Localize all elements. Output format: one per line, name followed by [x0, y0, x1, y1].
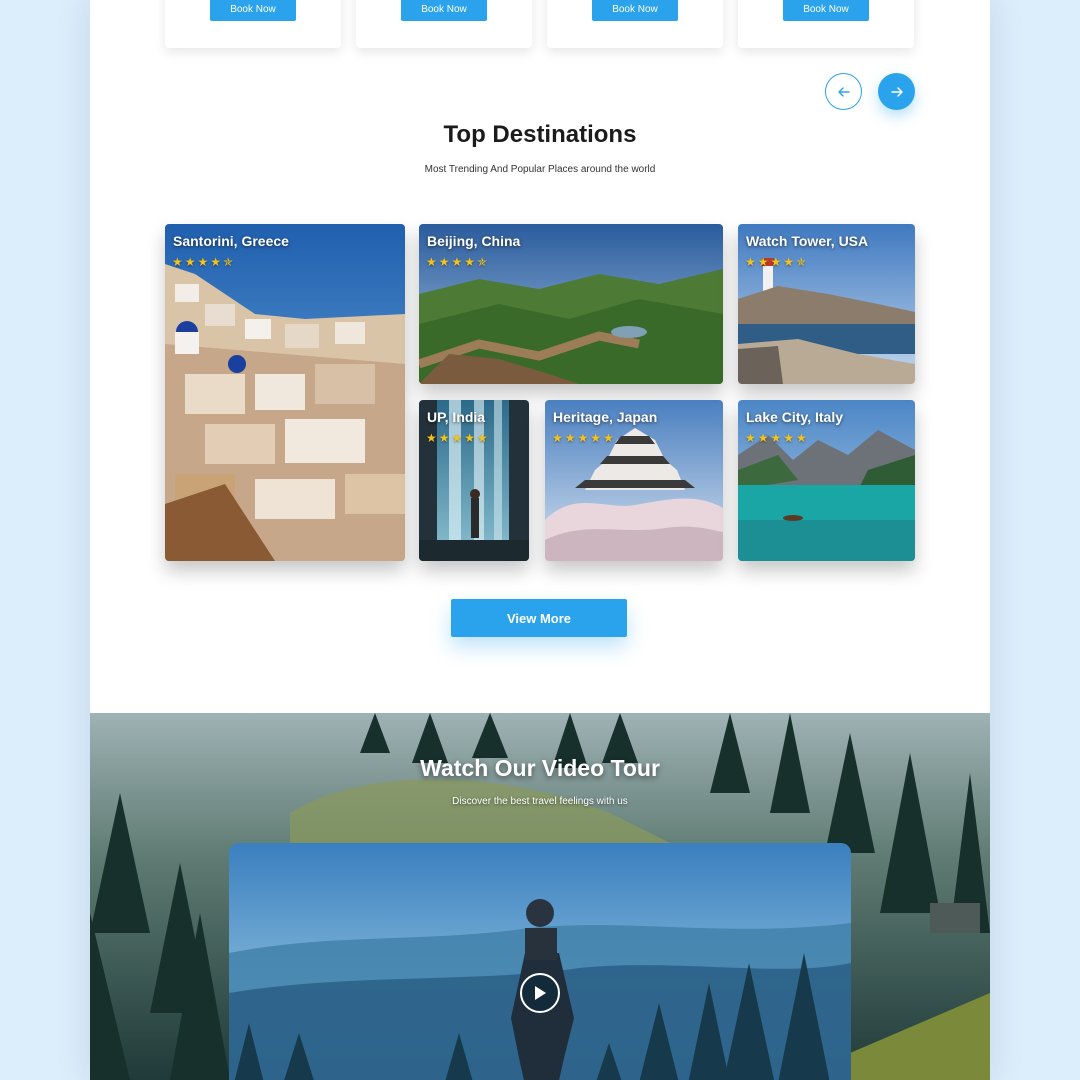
video-title: Watch Our Video Tour — [420, 755, 660, 781]
destination-name: Santorini, Greece — [173, 233, 289, 249]
destination-card-up-india[interactable]: UP, India ★★★★★ — [419, 400, 529, 561]
book-now-button[interactable]: Book Now — [592, 0, 678, 21]
destination-name: Watch Tower, USA — [746, 233, 869, 249]
page: Book Now Book Now Book Now Book Now Top … — [90, 0, 990, 1080]
destination-name: Heritage, Japan — [553, 409, 658, 425]
destination-name: UP, India — [427, 409, 486, 425]
section-title: Top Destinations — [443, 121, 637, 148]
play-button[interactable] — [520, 973, 560, 1013]
section-subtitle: Most Trending And Popular Places around … — [424, 164, 656, 175]
package-card: Book Now — [165, 0, 341, 48]
rating-stars: ★★★★★ — [552, 431, 616, 445]
video-subtitle: Discover the best travel feelings with u… — [452, 796, 628, 807]
carousel-next-button[interactable] — [878, 73, 915, 110]
play-icon — [535, 986, 546, 1000]
rating-stars: ★★★★★ — [426, 431, 490, 445]
view-more-button[interactable]: View More — [451, 599, 627, 637]
santorini-photo — [165, 224, 405, 561]
book-now-button[interactable]: Book Now — [210, 0, 296, 21]
video-tour-section: Watch Our Video Tour Discover the best t… — [90, 713, 990, 1080]
rating-stars: ★★★★✯ — [426, 255, 490, 269]
destination-card-beijing[interactable]: Beijing, China ★★★★✯ — [419, 224, 723, 384]
destination-name: Lake City, Italy — [746, 409, 844, 425]
package-card: Book Now — [356, 0, 532, 48]
rating-stars: ★★★★✯ — [745, 255, 809, 269]
package-card: Book Now — [547, 0, 723, 48]
carousel-prev-button[interactable] — [825, 73, 862, 110]
arrow-left-icon — [837, 86, 850, 97]
rating-stars: ★★★★✯ — [172, 255, 236, 269]
video-thumbnail — [229, 843, 851, 1080]
package-card: Book Now — [738, 0, 914, 48]
destination-card-heritage-japan[interactable]: Heritage, Japan ★★★★★ — [545, 400, 723, 561]
rating-stars: ★★★★★ — [745, 431, 809, 445]
video-player[interactable] — [229, 843, 851, 1080]
destination-card-watch-tower[interactable]: Watch Tower, USA ★★★★✯ — [738, 224, 915, 384]
book-now-button[interactable]: Book Now — [401, 0, 487, 21]
arrow-right-icon — [890, 86, 903, 97]
book-now-button[interactable]: Book Now — [783, 0, 869, 21]
destination-name: Beijing, China — [427, 233, 521, 249]
destination-card-santorini[interactable]: Santorini, Greece ★★★★✯ — [165, 224, 405, 561]
destination-card-lake-city[interactable]: Lake City, Italy ★★★★★ — [738, 400, 915, 561]
